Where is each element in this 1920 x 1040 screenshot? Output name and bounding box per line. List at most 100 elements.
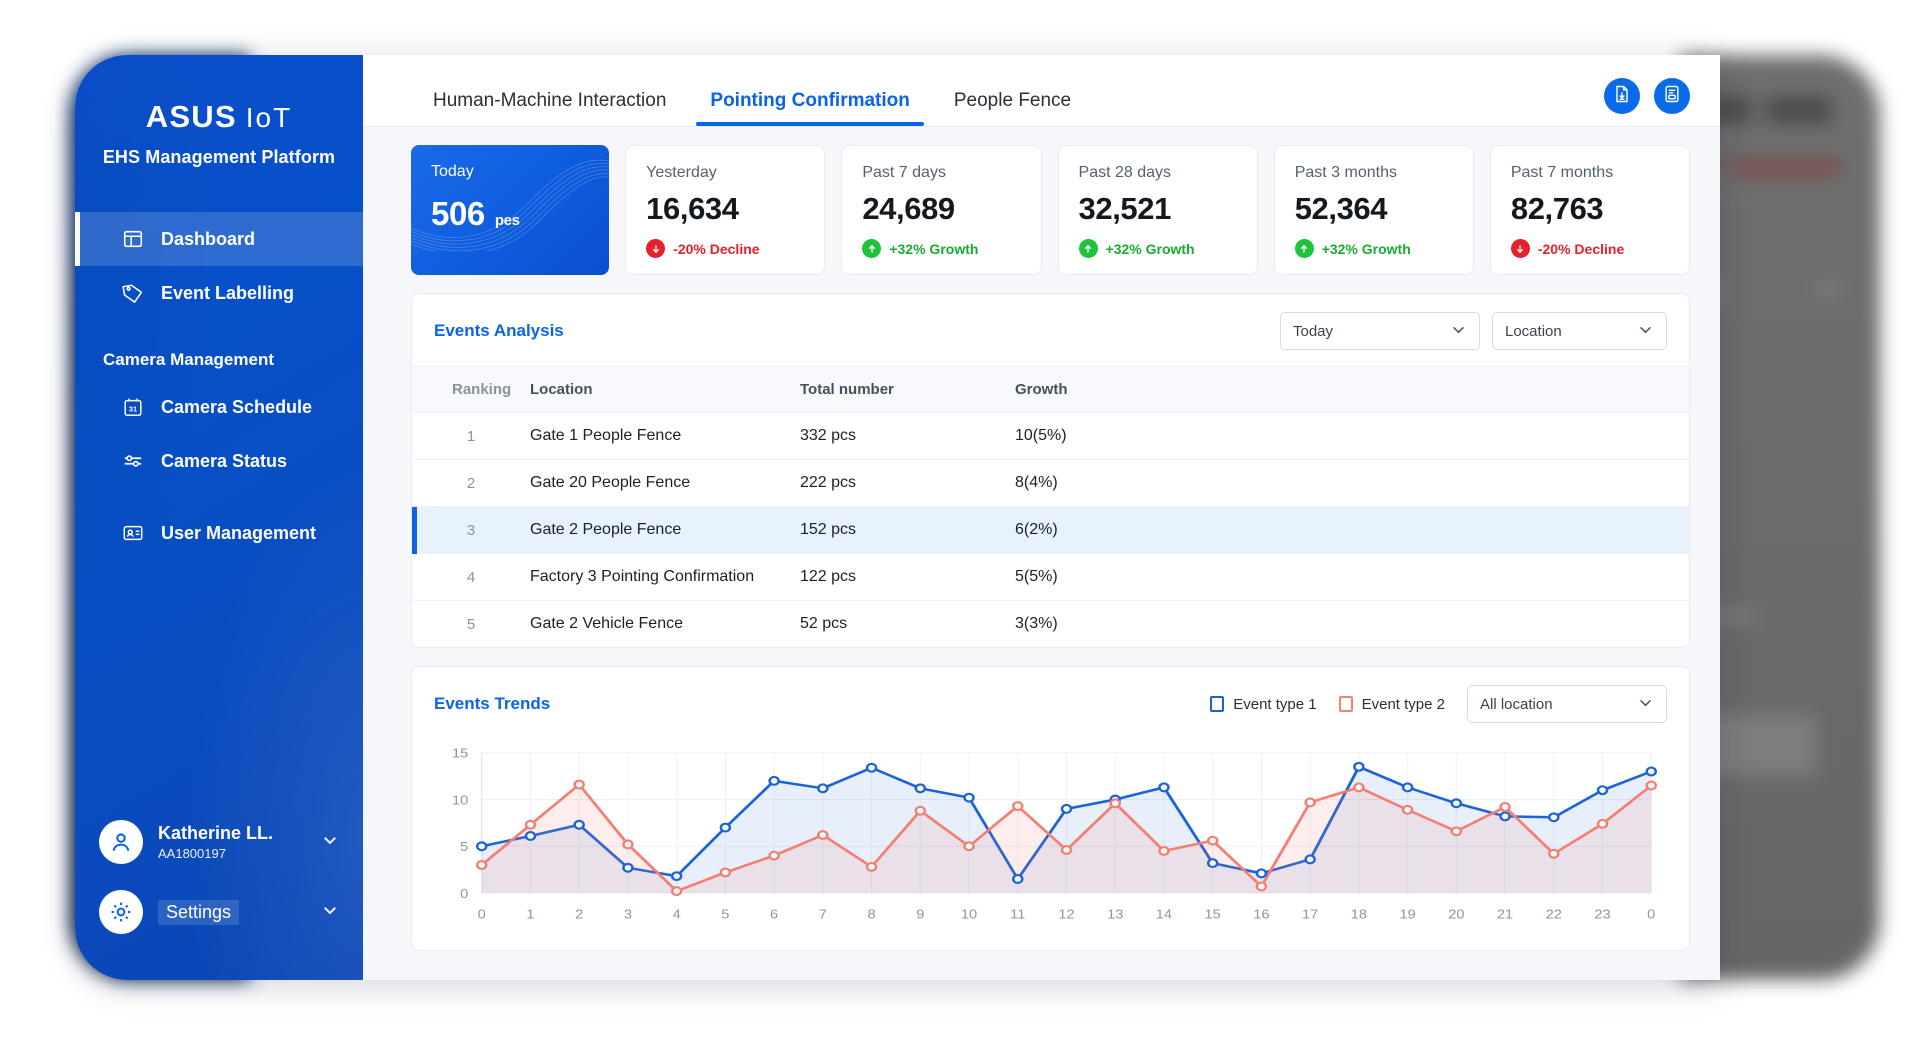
sidebar-item-label: Camera Status	[161, 451, 287, 472]
stat-delta-label: +32% Growth	[1106, 241, 1195, 257]
cell-ranking: 1	[412, 413, 530, 460]
svg-text:20: 20	[1448, 907, 1465, 921]
cell-total: 122 pcs	[800, 554, 1015, 601]
svg-text:0: 0	[460, 887, 469, 901]
stat-card-today[interactable]: Today 506 pes	[411, 145, 609, 275]
view-log-button[interactable]	[1654, 78, 1690, 114]
arrow-down-icon	[1511, 239, 1530, 258]
stat-value: 24,689	[862, 191, 1020, 227]
stat-delta: +32% Growth	[1295, 239, 1453, 258]
svg-text:9: 9	[916, 907, 924, 921]
stat-card-past-7-days[interactable]: Past 7 days 24,689 +32% Growth	[841, 145, 1041, 275]
file-download-icon	[1612, 84, 1632, 109]
svg-text:14: 14	[1156, 907, 1173, 921]
log-document-icon	[1662, 84, 1682, 109]
table-row-selected[interactable]: 3 Gate 2 People Fence 152 pcs 6(2%)	[412, 507, 1689, 554]
stat-card-row: Today 506 pes Yesterday 16,634	[411, 145, 1690, 275]
sidebar-nav: Dashboard Event Labelling Camera Managem…	[75, 212, 363, 560]
legend-item-event-type-2[interactable]: Event type 2	[1339, 696, 1445, 713]
table-row[interactable]: 1 Gate 1 People Fence 332 pcs 10(5%)	[412, 413, 1689, 460]
events-analysis-filters: Today Location	[1280, 312, 1667, 350]
stat-value: 16,634	[646, 191, 804, 227]
stat-delta: -20% Decline	[646, 239, 804, 258]
svg-text:10: 10	[961, 907, 978, 921]
stat-label: Past 3 months	[1295, 164, 1453, 182]
table-header: Ranking Location Total number Growth	[412, 367, 1689, 413]
sidebar-item-event-labelling[interactable]: Event Labelling	[75, 266, 363, 320]
application-window: ASUS IoT EHS Management Platform Dashboa…	[75, 55, 1720, 980]
legend-label: Event type 2	[1362, 696, 1445, 713]
tab-list: Human-Machine Interaction Pointing Confi…	[411, 55, 1093, 126]
stat-label: Past 7 days	[862, 164, 1020, 182]
stat-card-past-28-days[interactable]: Past 28 days 32,521 +32% Growth	[1058, 145, 1258, 275]
table-body: 1 Gate 1 People Fence 332 pcs 10(5%) 2 G…	[412, 413, 1689, 648]
location-select[interactable]: Location	[1492, 312, 1667, 350]
svg-text:22: 22	[1546, 907, 1562, 921]
period-select[interactable]: Today	[1280, 312, 1480, 350]
cell-ranking: 2	[412, 460, 530, 507]
all-location-select-value: All location	[1480, 696, 1627, 713]
table-row[interactable]: 4 Factory 3 Pointing Confirmation 122 pc…	[412, 554, 1689, 601]
svg-text:31: 31	[129, 405, 137, 414]
sidebar-item-user-management[interactable]: User Management	[75, 506, 363, 560]
tab-pointing-confirmation[interactable]: Pointing Confirmation	[688, 90, 931, 126]
brand-iot-mark: IoT	[246, 102, 292, 134]
cell-growth: 5(5%)	[1015, 554, 1689, 601]
svg-text:6: 6	[770, 907, 778, 921]
column-header-location: Location	[530, 367, 800, 413]
settings-row[interactable]: Settings	[99, 890, 339, 934]
cell-total: 332 pcs	[800, 413, 1015, 460]
sidebar-item-label: Event Labelling	[161, 283, 294, 304]
tab-human-machine-interaction[interactable]: Human-Machine Interaction	[411, 90, 688, 126]
user-name: Katherine LL.	[158, 823, 306, 844]
stat-unit: pes	[495, 212, 520, 229]
sidebar: ASUS IoT EHS Management Platform Dashboa…	[75, 55, 363, 980]
sidebar-item-label: User Management	[161, 523, 316, 544]
sliders-icon	[121, 449, 145, 473]
svg-text:0: 0	[478, 907, 487, 921]
column-header-ranking: Ranking	[412, 367, 530, 413]
svg-text:19: 19	[1399, 907, 1415, 921]
svg-text:17: 17	[1302, 907, 1318, 921]
events-trends-title: Events Trends	[434, 694, 550, 714]
sidebar-item-dashboard[interactable]: Dashboard	[75, 212, 363, 266]
trend-line-chart: 0510150123456789101112131415161718192021…	[430, 745, 1667, 930]
table-row[interactable]: 2 Gate 20 People Fence 222 pcs 8(4%)	[412, 460, 1689, 507]
svg-text:21: 21	[1497, 907, 1513, 921]
dashboard-icon	[121, 227, 145, 251]
tab-people-fence[interactable]: People Fence	[932, 90, 1093, 126]
cell-growth: 3(3%)	[1015, 601, 1689, 648]
download-report-button[interactable]	[1604, 78, 1640, 114]
cell-location: Factory 3 Pointing Confirmation	[530, 554, 800, 601]
legend-item-event-type-1[interactable]: Event type 1	[1210, 696, 1316, 713]
brand-block: ASUS IoT EHS Management Platform	[75, 55, 363, 198]
cell-ranking: 5	[412, 601, 530, 648]
cell-growth: 6(2%)	[1015, 507, 1689, 554]
sidebar-item-camera-schedule[interactable]: 31 Camera Schedule	[75, 380, 363, 434]
cell-growth: 10(5%)	[1015, 413, 1689, 460]
svg-text:7: 7	[819, 907, 827, 921]
table-row[interactable]: 5 Gate 2 Vehicle Fence 52 pcs 3(3%)	[412, 601, 1689, 648]
sidebar-item-camera-status[interactable]: Camera Status	[75, 434, 363, 488]
user-profile-text: Katherine LL. AA1800197	[158, 823, 306, 862]
arrow-up-icon	[862, 239, 881, 258]
chevron-down-icon	[1450, 321, 1467, 342]
stat-card-past-7-months[interactable]: Past 7 months 82,763 -20% Decline	[1490, 145, 1690, 275]
stat-card-yesterday[interactable]: Yesterday 16,634 -20% Decline	[625, 145, 825, 275]
location-select-value: Location	[1505, 323, 1627, 340]
events-trends-chart[interactable]: 0510150123456789101112131415161718192021…	[412, 739, 1689, 950]
user-card-icon	[121, 521, 145, 545]
arrow-down-icon	[646, 239, 665, 258]
svg-text:2: 2	[575, 907, 583, 921]
cell-total: 52 pcs	[800, 601, 1015, 648]
stat-label: Past 7 months	[1511, 164, 1669, 182]
cell-location: Gate 2 People Fence	[530, 507, 800, 554]
arrow-up-icon	[1079, 239, 1098, 258]
user-profile-row[interactable]: Katherine LL. AA1800197	[99, 820, 339, 864]
stat-delta-label: +32% Growth	[1322, 241, 1411, 257]
all-location-select[interactable]: All location	[1467, 685, 1667, 723]
stat-card-past-3-months[interactable]: Past 3 months 52,364 +32% Growth	[1274, 145, 1474, 275]
svg-text:0: 0	[1647, 907, 1656, 921]
tab-label: People Fence	[954, 90, 1071, 111]
cell-location: Gate 20 People Fence	[530, 460, 800, 507]
